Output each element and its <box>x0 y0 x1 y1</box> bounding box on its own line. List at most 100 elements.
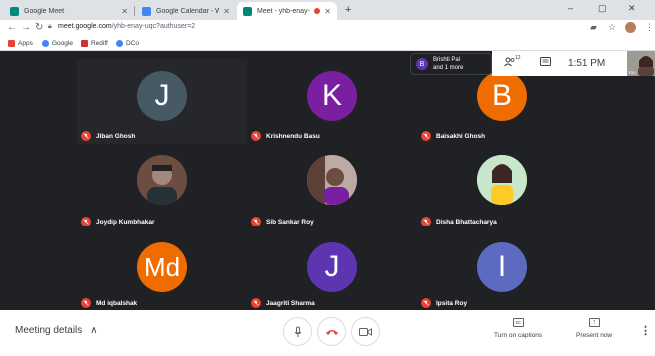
more-options-icon[interactable]: ⋮ <box>640 324 651 337</box>
participant-tile[interactable]: Disha Bhattacharya <box>417 145 587 230</box>
reload-icon[interactable]: ↻ <box>35 22 43 33</box>
participant-avatar: J <box>307 242 357 292</box>
self-view-thumbnail[interactable]: You <box>627 51 655 76</box>
tab-google-calendar[interactable]: Google Calendar - Wednesday, 1 ✕ <box>136 2 236 20</box>
bookmark-apps[interactable]: Apps <box>8 40 33 47</box>
meet-video-grid: J Jiban Ghosh K Krishnendu Basu B Baisak… <box>0 51 655 311</box>
tab-title: Google Calendar - Wednesday, 1 <box>156 7 220 15</box>
participant-tile[interactable]: Md Md iqbalshak <box>77 226 247 311</box>
participant-photo <box>307 155 357 205</box>
participant-name: Krishnendu Basu <box>266 132 320 140</box>
participant-tile[interactable]: I Ipsita Roy <box>417 226 587 311</box>
bookmark-label: Rediff <box>91 40 108 47</box>
close-tab-icon[interactable]: ✕ <box>324 7 331 16</box>
rediff-icon <box>81 40 88 47</box>
bookmarks-bar: Apps Google Rediff DCo <box>0 37 655 51</box>
participant-namebar: Jiban Ghosh <box>81 131 135 141</box>
mic-off-icon <box>251 298 261 308</box>
microphone-icon <box>294 326 301 337</box>
participant-name: Sib Sankar Roy <box>266 218 314 226</box>
close-tab-icon[interactable]: ✕ <box>223 7 230 16</box>
meeting-details-button[interactable]: Meeting details ∧ <box>15 325 98 336</box>
recording-indicator-icon <box>314 8 321 14</box>
active-speaker-indicator: B Brishti Pal and 1 more <box>410 53 492 75</box>
maximize-button[interactable]: ▢ <box>598 3 607 14</box>
meet-bottom-bar: Meeting details ∧ cc Turn on captions ↑ … <box>0 310 655 356</box>
close-tab-icon[interactable]: ✕ <box>121 7 128 16</box>
speaker-avatar: B <box>416 58 428 70</box>
browser-menu-icon[interactable]: ⋮ <box>645 22 654 33</box>
speaker-more: and 1 more <box>433 65 464 71</box>
leave-call-button[interactable] <box>317 317 346 346</box>
participant-avatar: I <box>477 242 527 292</box>
participant-photo <box>477 155 527 205</box>
profile-avatar[interactable] <box>625 22 636 33</box>
chat-icon[interactable] <box>540 57 551 70</box>
camera-icon <box>359 327 372 336</box>
meeting-details-label: Meeting details <box>15 325 83 336</box>
participant-tile[interactable]: Joydip Kumbhakar <box>77 145 247 230</box>
camera-permission-icon[interactable]: ▰ <box>590 22 597 33</box>
participant-tile[interactable]: J Jiban Ghosh <box>77 59 247 144</box>
mic-off-icon <box>251 131 261 141</box>
new-tab-button[interactable]: + <box>345 4 351 16</box>
captions-button[interactable]: cc Turn on captions <box>494 318 542 339</box>
participant-name: Ipsita Roy <box>436 299 468 307</box>
speaker-text: Brishti Pal and 1 more <box>433 56 463 72</box>
mic-off-icon <box>81 298 91 308</box>
meet-top-bar: B Brishti Pal and 1 more 12 1:51 PM You <box>410 51 655 76</box>
participant-name: Jaagriti Sharma <box>266 299 315 307</box>
google-icon <box>42 40 49 47</box>
calendar-favicon-icon <box>142 6 151 16</box>
participant-namebar: Krishnendu Basu <box>251 131 320 141</box>
bookmark-label: Google <box>52 40 73 47</box>
forward-arrow-icon[interactable]: → <box>21 22 31 33</box>
present-screen-icon: ↑ <box>588 318 600 327</box>
back-arrow-icon[interactable]: ← <box>7 22 17 33</box>
participant-avatar: J <box>137 71 187 121</box>
participant-name: Disha Bhattacharya <box>436 218 497 226</box>
meet-favicon-icon <box>243 6 252 16</box>
captions-icon: cc <box>512 318 524 327</box>
bookmark-star-icon[interactable]: ☆ <box>608 22 616 33</box>
participant-tile[interactable]: K Krishnendu Basu <box>247 59 417 144</box>
bookmark-dco[interactable]: DCo <box>116 40 139 47</box>
participant-namebar: Ipsita Roy <box>421 298 467 308</box>
participant-name: Jiban Ghosh <box>96 132 136 140</box>
mic-off-icon <box>421 298 431 308</box>
mic-off-icon <box>81 131 91 141</box>
minimize-button[interactable]: – <box>568 3 573 13</box>
people-count: 12 <box>515 55 521 61</box>
participant-tile[interactable]: J Jaagriti Sharma <box>247 226 417 311</box>
browser-tab-strip: Google Meet ✕ Google Calendar - Wednesda… <box>0 0 655 20</box>
mic-off-icon <box>421 131 431 141</box>
url-field[interactable]: meet.google.com/yhb-enay-uqc?authuser=2 <box>58 23 195 30</box>
hang-up-icon <box>325 329 338 335</box>
self-view-label: You <box>628 70 636 75</box>
url-path: /yhb-enay-uqc?authuser=2 <box>111 23 196 30</box>
address-bar-row: ← → ↻ 🔒︎ meet.google.com/yhb-enay-uqc?au… <box>0 20 655 37</box>
participant-photo <box>137 155 187 205</box>
captions-label: Turn on captions <box>494 332 543 339</box>
camera-button[interactable] <box>351 317 380 346</box>
tab-title: Meet - yhb-enay-uqc <box>257 7 310 15</box>
meeting-clock: 1:51 PM <box>568 58 606 69</box>
dco-icon <box>116 40 123 47</box>
bookmark-rediff[interactable]: Rediff <box>81 40 108 47</box>
lock-icon: 🔒︎ <box>48 23 52 30</box>
tab-google-meet[interactable]: Google Meet ✕ <box>4 2 134 20</box>
present-now-button[interactable]: ↑ Present now <box>576 318 612 339</box>
bookmark-google[interactable]: Google <box>42 40 73 47</box>
participant-name: Md iqbalshak <box>96 299 138 307</box>
tab-title: Google Meet <box>24 7 65 15</box>
bookmark-label: DCo <box>126 40 140 47</box>
meet-favicon-icon <box>10 6 19 16</box>
bookmark-label: Apps <box>18 40 33 47</box>
participant-avatar: Md <box>137 242 187 292</box>
tab-meet-active[interactable]: Meet - yhb-enay-uqc ✕ <box>237 2 337 20</box>
speaker-name: Brishti Pal <box>433 57 461 63</box>
close-window-button[interactable]: ✕ <box>628 3 636 14</box>
meet-info-panel: 12 1:51 PM <box>492 51 627 76</box>
participant-tile[interactable]: Sib Sankar Roy <box>247 145 417 230</box>
microphone-button[interactable] <box>283 317 312 346</box>
